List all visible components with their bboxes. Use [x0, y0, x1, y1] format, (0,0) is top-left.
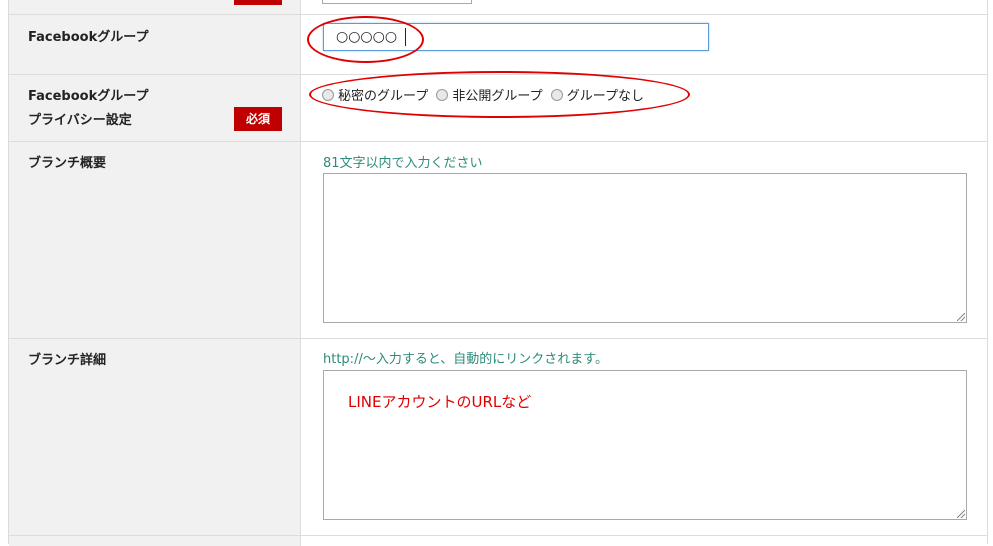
facebook-group-input-value: ○○○○○ — [336, 29, 398, 45]
form-label-cell: Facebookグループ プライバシー設定 必須 — [9, 75, 301, 141]
form-value-cell: 秘密のグループ 非公開グループ グループなし — [301, 75, 987, 141]
form-value-cell: http://～入力すると、自動的にリンクされます。 LINEアカウントのURL… — [301, 339, 987, 535]
branch-summary-help: 81文字以内で入力ください — [323, 156, 483, 171]
form-row-branch-detail: ブランチ詳細 http://～入力すると、自動的にリンクされます。 LINEアカ… — [9, 339, 987, 536]
required-badge — [234, 0, 282, 5]
form-value-cell — [301, 0, 987, 14]
radio-secret-group-label[interactable]: 秘密のグループ — [338, 89, 428, 104]
privacy-radio-group: 秘密のグループ 非公開グループ グループなし — [322, 85, 648, 104]
privacy-label-line2: プライバシー設定 — [28, 113, 132, 128]
branch-detail-label: ブランチ詳細 — [28, 353, 107, 368]
partial-select[interactable] — [322, 0, 472, 4]
facebook-group-label: Facebookグループ — [28, 30, 149, 45]
branch-summary-label: ブランチ概要 — [28, 156, 107, 171]
form-value-cell: 81文字以内で入力ください — [301, 142, 987, 338]
radio-no-group-label[interactable]: グループなし — [567, 89, 644, 104]
required-badge: 必須 — [234, 107, 282, 131]
profile-form: Facebookグループ ○○○○○ Facebookグループ プライバシー設定… — [8, 0, 988, 546]
form-label-cell: ブランチ概要 — [9, 142, 301, 338]
form-label-cell — [9, 0, 301, 14]
form-row-branch-summary: ブランチ概要 81文字以内で入力ください — [9, 142, 987, 339]
form-row-top-partial — [9, 0, 987, 15]
branch-detail-help: http://～入力すると、自動的にリンクされます。 — [323, 352, 609, 367]
resize-handle[interactable] — [957, 510, 965, 518]
form-label-cell — [9, 536, 301, 546]
branch-detail-textarea-value: LINEアカウントのURLなど — [348, 393, 532, 411]
form-label-cell: Facebookグループ — [9, 15, 301, 74]
branch-summary-textarea[interactable] — [323, 173, 967, 323]
form-value-cell: ○○○○○ — [301, 15, 987, 74]
form-row-facebook-group: Facebookグループ ○○○○○ — [9, 15, 987, 75]
branch-detail-textarea[interactable]: LINEアカウントのURLなど — [323, 370, 967, 520]
privacy-label-line1: Facebookグループ — [28, 89, 149, 104]
facebook-group-input[interactable]: ○○○○○ — [323, 23, 709, 51]
radio-no-group[interactable] — [550, 89, 563, 101]
resize-handle[interactable] — [957, 313, 965, 321]
form-row-privacy: Facebookグループ プライバシー設定 必須 秘密のグループ 非公開グループ… — [9, 75, 987, 142]
radio-closed-group-label[interactable]: 非公開グループ — [452, 89, 542, 104]
radio-secret-group[interactable] — [322, 89, 334, 101]
form-label-cell: ブランチ詳細 — [9, 339, 301, 535]
form-row-bottom-partial — [9, 536, 987, 546]
radio-closed-group[interactable] — [436, 89, 449, 101]
text-cursor — [405, 28, 406, 46]
